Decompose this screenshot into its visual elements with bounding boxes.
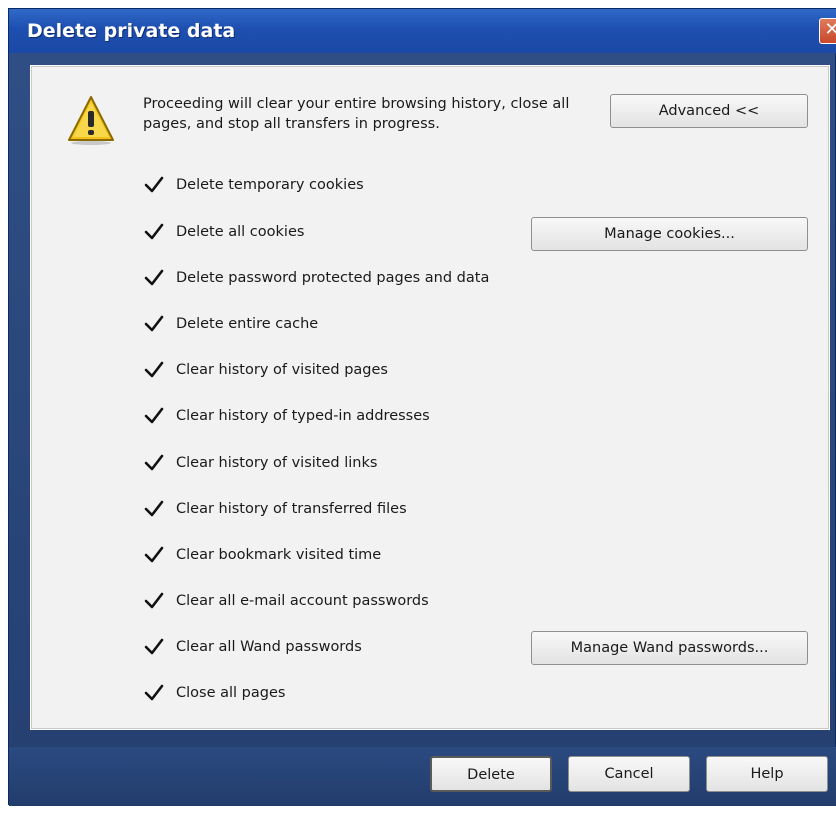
option-delete-entire-cache[interactable]: Delete entire cache	[144, 312, 318, 336]
option-label: Delete all cookies	[176, 224, 305, 240]
checkbox[interactable]	[144, 314, 164, 334]
option-clear-transferred-files[interactable]: Clear history of transferred files	[144, 497, 407, 521]
option-label: Delete temporary cookies	[176, 177, 364, 193]
checkmark-icon	[144, 684, 164, 701]
checkmark-icon	[144, 315, 164, 332]
checkbox[interactable]	[144, 637, 164, 657]
option-delete-temporary-cookies[interactable]: Delete temporary cookies	[144, 173, 364, 197]
checkbox[interactable]	[144, 406, 164, 426]
checkmark-icon	[144, 407, 164, 424]
manage-cookies-button[interactable]: Manage cookies...	[531, 217, 808, 251]
option-label: Delete entire cache	[176, 316, 319, 332]
dialog-title: Delete private data	[27, 20, 236, 42]
checkbox[interactable]	[144, 591, 164, 611]
option-clear-visited-pages[interactable]: Clear history of visited pages	[144, 358, 388, 382]
checkbox[interactable]	[144, 268, 164, 288]
option-delete-password-protected-pages[interactable]: Delete password protected pages and data	[144, 266, 489, 290]
option-label: Clear history of visited links	[176, 455, 378, 471]
checkbox[interactable]	[144, 222, 164, 242]
checkmark-icon	[144, 638, 164, 655]
checkbox[interactable]	[144, 360, 164, 380]
cancel-button[interactable]: Cancel	[568, 756, 690, 792]
option-clear-bookmark-visited-time[interactable]: Clear bookmark visited time	[144, 543, 381, 567]
option-label: Clear history of typed-in addresses	[176, 408, 430, 424]
checkmark-icon	[144, 269, 164, 286]
checkmark-icon	[144, 361, 164, 378]
checkbox[interactable]	[144, 453, 164, 473]
checkbox[interactable]	[144, 545, 164, 565]
checkmark-icon	[144, 223, 164, 240]
checkmark-icon	[144, 176, 164, 193]
option-clear-wand-passwords[interactable]: Clear all Wand passwords	[144, 635, 362, 659]
option-label: Delete password protected pages and data	[176, 270, 490, 286]
advanced-button[interactable]: Advanced <<	[610, 94, 808, 128]
option-clear-visited-links[interactable]: Clear history of visited links	[144, 451, 377, 475]
option-label: Close all pages	[176, 685, 286, 701]
checkbox[interactable]	[144, 499, 164, 519]
option-label: Clear all Wand passwords	[176, 639, 362, 655]
option-label: Clear all e-mail account passwords	[176, 593, 429, 609]
delete-button[interactable]: Delete	[430, 756, 552, 792]
option-label: Clear bookmark visited time	[176, 547, 382, 563]
option-label: Clear history of transferred files	[176, 501, 407, 517]
close-button[interactable]: ✕	[819, 18, 836, 44]
option-close-all-pages[interactable]: Close all pages	[144, 681, 285, 705]
option-clear-email-passwords[interactable]: Clear all e-mail account passwords	[144, 589, 429, 613]
option-delete-all-cookies[interactable]: Delete all cookies	[144, 220, 304, 244]
option-clear-typed-in-addresses[interactable]: Clear history of typed-in addresses	[144, 404, 430, 428]
checkmark-icon	[144, 546, 164, 563]
checkbox[interactable]	[144, 175, 164, 195]
title-bar[interactable]: Delete private data ✕	[9, 9, 836, 53]
option-label: Clear history of visited pages	[176, 362, 388, 378]
help-button[interactable]: Help	[706, 756, 828, 792]
checkmark-icon	[144, 592, 164, 609]
checkbox[interactable]	[144, 683, 164, 703]
checkmark-icon	[144, 454, 164, 471]
intro-message: Proceeding will clear your entire browsi…	[143, 96, 570, 132]
warning-icon	[66, 94, 116, 146]
close-icon: ✕	[824, 19, 836, 40]
manage-wand-passwords-button[interactable]: Manage Wand passwords...	[531, 631, 808, 665]
checkmark-icon	[144, 500, 164, 517]
